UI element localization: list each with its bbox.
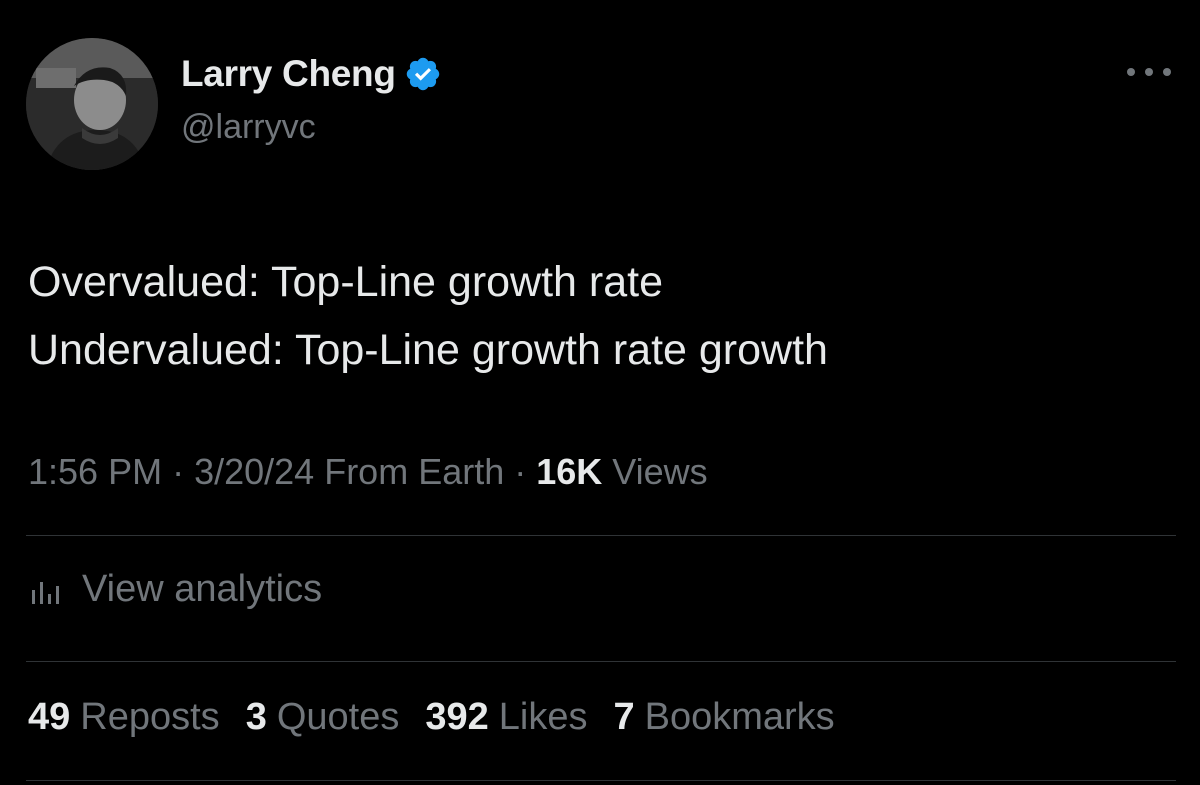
tweet-location: From Earth: [324, 451, 505, 492]
more-dot: [1163, 68, 1171, 76]
bookmarks-count: 7: [613, 696, 635, 738]
avatar[interactable]: [26, 38, 158, 170]
bookmarks-label: Bookmarks: [644, 696, 835, 738]
likes-label: Likes: [498, 696, 588, 738]
verified-badge-icon[interactable]: [404, 55, 442, 93]
reposts-label: Reposts: [80, 696, 220, 738]
avatar-photo: [26, 38, 158, 170]
tweet-metadata: 1:56 PM · 3/20/24 From Earth · 16K Views: [28, 451, 708, 493]
likes-count: 392: [425, 696, 489, 738]
more-dot: [1145, 68, 1153, 76]
quotes-stat[interactable]: 3 Quotes: [246, 696, 400, 739]
author-handle[interactable]: @larryvc: [181, 108, 316, 147]
views-label: Views: [612, 451, 708, 492]
more-dot: [1127, 68, 1135, 76]
likes-stat[interactable]: 392 Likes: [425, 696, 587, 739]
author-display-name[interactable]: Larry Cheng: [181, 53, 396, 95]
divider: [26, 535, 1176, 536]
tweet-line: Overvalued: Top-Line growth rate: [28, 258, 664, 306]
more-horizontal-icon[interactable]: [1127, 62, 1171, 82]
tweet-time[interactable]: 1:56 PM: [28, 451, 162, 493]
separator: ·: [514, 451, 527, 492]
separator: ·: [172, 451, 185, 492]
divider: [26, 780, 1176, 781]
view-analytics-button[interactable]: View analytics: [28, 568, 322, 611]
tweet-line: Undervalued: Top-Line growth rate growth: [28, 326, 828, 374]
tweet-date[interactable]: 3/20/24: [194, 451, 314, 493]
tweet-text: Overvalued: Top-Line growth rate Underva…: [28, 248, 828, 384]
views-count: 16K: [536, 451, 603, 492]
view-analytics-label: View analytics: [82, 568, 323, 610]
quotes-count: 3: [245, 696, 267, 738]
quotes-label: Quotes: [276, 696, 400, 738]
divider: [26, 661, 1176, 662]
reposts-stat[interactable]: 49 Reposts: [28, 696, 220, 739]
engagement-stats: 49 Reposts 3 Quotes 392 Likes 7 Bookmarks: [28, 696, 861, 739]
bookmarks-stat[interactable]: 7 Bookmarks: [613, 696, 834, 739]
bar-chart-icon: [28, 570, 68, 610]
reposts-count: 49: [28, 696, 71, 738]
